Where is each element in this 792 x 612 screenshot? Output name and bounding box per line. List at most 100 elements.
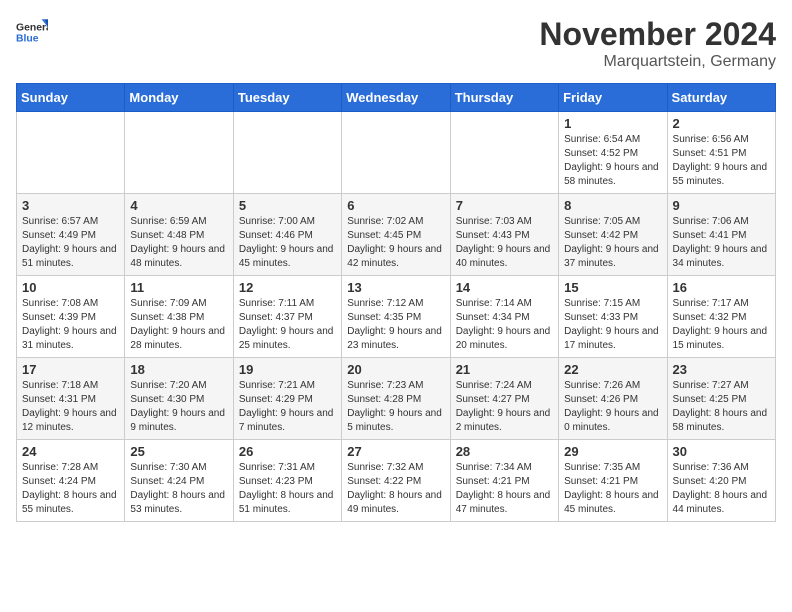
calendar-cell: 9Sunrise: 7:06 AM Sunset: 4:41 PM Daylig… xyxy=(667,194,775,276)
day-info: Sunrise: 7:20 AM Sunset: 4:30 PM Dayligh… xyxy=(130,379,227,435)
day-number: 26 xyxy=(239,444,336,459)
day-number: 7 xyxy=(456,198,553,213)
calendar-cell: 22Sunrise: 7:26 AM Sunset: 4:26 PM Dayli… xyxy=(559,358,667,440)
calendar-cell: 8 Sunrise: 7:05 AM Sunset: 4:42 PM Daylig… xyxy=(559,194,667,276)
location: Marquartstein, Germany xyxy=(539,53,776,71)
calendar-cell: 28 Sunrise: 7:34 AM Sunset: 4:21 PM Dayli… xyxy=(450,440,558,522)
calendar-cell xyxy=(125,112,233,194)
day-of-week-header: Friday xyxy=(559,84,667,112)
day-info: Sunrise: 7:36 AM Sunset: 4:20 PM Dayligh… xyxy=(673,461,770,517)
day-number: 5 xyxy=(239,198,336,213)
calendar-cell: 27 Sunrise: 7:32 AM Sunset: 4:22 PM Dayli… xyxy=(342,440,450,522)
calendar-cell: 12 Sunrise: 7:11 AM Sunset: 4:37 PM Dayli… xyxy=(233,276,341,358)
day-info: Sunrise: 7:17 AM Sunset: 4:32 PM Dayligh… xyxy=(673,297,770,353)
day-info: Sunrise: 7:08 AM Sunset: 4:39 PM Dayligh… xyxy=(22,297,119,353)
day-info: Sunrise: 7:02 AM Sunset: 4:45 PM Dayligh… xyxy=(347,215,444,271)
calendar-cell: 11 Sunrise: 7:09 AM Sunset: 4:38 PM Dayli… xyxy=(125,276,233,358)
calendar-table: SundayMondayTuesdayWednesdayThursdayFrid… xyxy=(16,83,776,522)
calendar-cell xyxy=(450,112,558,194)
calendar-cell: 13 Sunrise: 7:12 AM Sunset: 4:35 PM Dayli… xyxy=(342,276,450,358)
day-number: 20 xyxy=(347,362,444,377)
day-of-week-header: Wednesday xyxy=(342,84,450,112)
day-number: 14 xyxy=(456,280,553,295)
day-number: 13 xyxy=(347,280,444,295)
calendar-cell: 7 Sunrise: 7:03 AM Sunset: 4:43 PM Daylig… xyxy=(450,194,558,276)
day-of-week-header: Sunday xyxy=(17,84,125,112)
calendar-cell: 14 Sunrise: 7:14 AM Sunset: 4:34 PM Dayli… xyxy=(450,276,558,358)
day-of-week-header: Monday xyxy=(125,84,233,112)
day-info: Sunrise: 7:11 AM Sunset: 4:37 PM Dayligh… xyxy=(239,297,336,353)
title-area: November 2024 Marquartstein, Germany xyxy=(539,16,776,71)
calendar-week-row: 24 Sunrise: 7:28 AM Sunset: 4:24 PM Dayli… xyxy=(17,440,776,522)
day-number: 6 xyxy=(347,198,444,213)
calendar-cell: 3 Sunrise: 6:57 AM Sunset: 4:49 PM Daylig… xyxy=(17,194,125,276)
day-info: Sunrise: 7:30 AM Sunset: 4:24 PM Dayligh… xyxy=(130,461,227,517)
day-info: Sunrise: 7:31 AM Sunset: 4:23 PM Dayligh… xyxy=(239,461,336,517)
calendar-cell: 25Sunrise: 7:30 AM Sunset: 4:24 PM Dayli… xyxy=(125,440,233,522)
calendar-cell xyxy=(342,112,450,194)
svg-text:General: General xyxy=(16,22,48,33)
calendar-cell xyxy=(17,112,125,194)
calendar-cell: 23 Sunrise: 7:27 AM Sunset: 4:25 PM Dayli… xyxy=(667,358,775,440)
month-title: November 2024 xyxy=(539,16,776,53)
day-info: Sunrise: 7:06 AM Sunset: 4:41 PM Dayligh… xyxy=(673,215,770,271)
day-number: 1 xyxy=(564,116,661,131)
calendar-cell: 19Sunrise: 7:21 AM Sunset: 4:29 PM Dayli… xyxy=(233,358,341,440)
day-number: 15 xyxy=(564,280,661,295)
day-info: Sunrise: 7:12 AM Sunset: 4:35 PM Dayligh… xyxy=(347,297,444,353)
svg-text:Blue: Blue xyxy=(16,34,39,45)
day-of-week-header: Saturday xyxy=(667,84,775,112)
day-number: 27 xyxy=(347,444,444,459)
day-of-week-header: Thursday xyxy=(450,84,558,112)
day-number: 19 xyxy=(239,362,336,377)
day-number: 4 xyxy=(130,198,227,213)
day-number: 23 xyxy=(673,362,770,377)
calendar-cell: 10 Sunrise: 7:08 AM Sunset: 4:39 PM Dayli… xyxy=(17,276,125,358)
calendar-cell: 17 Sunrise: 7:18 AM Sunset: 4:31 PM Dayli… xyxy=(17,358,125,440)
day-number: 24 xyxy=(22,444,119,459)
day-info: Sunrise: 7:15 AM Sunset: 4:33 PM Dayligh… xyxy=(564,297,661,353)
day-number: 17 xyxy=(22,362,119,377)
day-number: 28 xyxy=(456,444,553,459)
day-info: Sunrise: 6:54 AM Sunset: 4:52 PM Dayligh… xyxy=(564,133,661,189)
calendar-cell: 30 Sunrise: 7:36 AM Sunset: 4:20 PM Dayli… xyxy=(667,440,775,522)
calendar-week-row: 17 Sunrise: 7:18 AM Sunset: 4:31 PM Dayli… xyxy=(17,358,776,440)
day-number: 16 xyxy=(673,280,770,295)
calendar-cell: 26 Sunrise: 7:31 AM Sunset: 4:23 PM Dayli… xyxy=(233,440,341,522)
logo-icon: General Blue xyxy=(16,16,48,48)
day-info: Sunrise: 7:34 AM Sunset: 4:21 PM Dayligh… xyxy=(456,461,553,517)
day-number: 8 xyxy=(564,198,661,213)
day-info: Sunrise: 7:27 AM Sunset: 4:25 PM Dayligh… xyxy=(673,379,770,435)
calendar-cell: 2 Sunrise: 6:56 AM Sunset: 4:51 PM Daylig… xyxy=(667,112,775,194)
calendar-cell: 29Sunrise: 7:35 AM Sunset: 4:21 PM Dayli… xyxy=(559,440,667,522)
day-info: Sunrise: 7:23 AM Sunset: 4:28 PM Dayligh… xyxy=(347,379,444,435)
day-info: Sunrise: 7:28 AM Sunset: 4:24 PM Dayligh… xyxy=(22,461,119,517)
day-number: 2 xyxy=(673,116,770,131)
day-info: Sunrise: 7:14 AM Sunset: 4:34 PM Dayligh… xyxy=(456,297,553,353)
calendar-week-row: 10 Sunrise: 7:08 AM Sunset: 4:39 PM Dayli… xyxy=(17,276,776,358)
calendar-cell xyxy=(233,112,341,194)
calendar-cell: 6 Sunrise: 7:02 AM Sunset: 4:45 PM Daylig… xyxy=(342,194,450,276)
day-info: Sunrise: 6:57 AM Sunset: 4:49 PM Dayligh… xyxy=(22,215,119,271)
day-info: Sunrise: 7:18 AM Sunset: 4:31 PM Dayligh… xyxy=(22,379,119,435)
day-number: 10 xyxy=(22,280,119,295)
day-info: Sunrise: 7:09 AM Sunset: 4:38 PM Dayligh… xyxy=(130,297,227,353)
day-info: Sunrise: 7:00 AM Sunset: 4:46 PM Dayligh… xyxy=(239,215,336,271)
day-info: Sunrise: 6:56 AM Sunset: 4:51 PM Dayligh… xyxy=(673,133,770,189)
calendar-cell: 1 Sunrise: 6:54 AM Sunset: 4:52 PM Daylig… xyxy=(559,112,667,194)
day-info: Sunrise: 7:32 AM Sunset: 4:22 PM Dayligh… xyxy=(347,461,444,517)
calendar-cell: 16 Sunrise: 7:17 AM Sunset: 4:32 PM Dayli… xyxy=(667,276,775,358)
day-info: Sunrise: 7:05 AM Sunset: 4:42 PM Dayligh… xyxy=(564,215,661,271)
calendar-body: 1 Sunrise: 6:54 AM Sunset: 4:52 PM Daylig… xyxy=(17,112,776,522)
day-number: 11 xyxy=(130,280,227,295)
day-info: Sunrise: 7:03 AM Sunset: 4:43 PM Dayligh… xyxy=(456,215,553,271)
calendar-cell: 20 Sunrise: 7:23 AM Sunset: 4:28 PM Dayli… xyxy=(342,358,450,440)
calendar-cell: 24 Sunrise: 7:28 AM Sunset: 4:24 PM Dayli… xyxy=(17,440,125,522)
calendar-week-row: 3 Sunrise: 6:57 AM Sunset: 4:49 PM Daylig… xyxy=(17,194,776,276)
day-info: Sunrise: 7:24 AM Sunset: 4:27 PM Dayligh… xyxy=(456,379,553,435)
day-number: 12 xyxy=(239,280,336,295)
day-number: 29 xyxy=(564,444,661,459)
logo: General Blue xyxy=(16,16,48,48)
day-number: 3 xyxy=(22,198,119,213)
day-number: 30 xyxy=(673,444,770,459)
